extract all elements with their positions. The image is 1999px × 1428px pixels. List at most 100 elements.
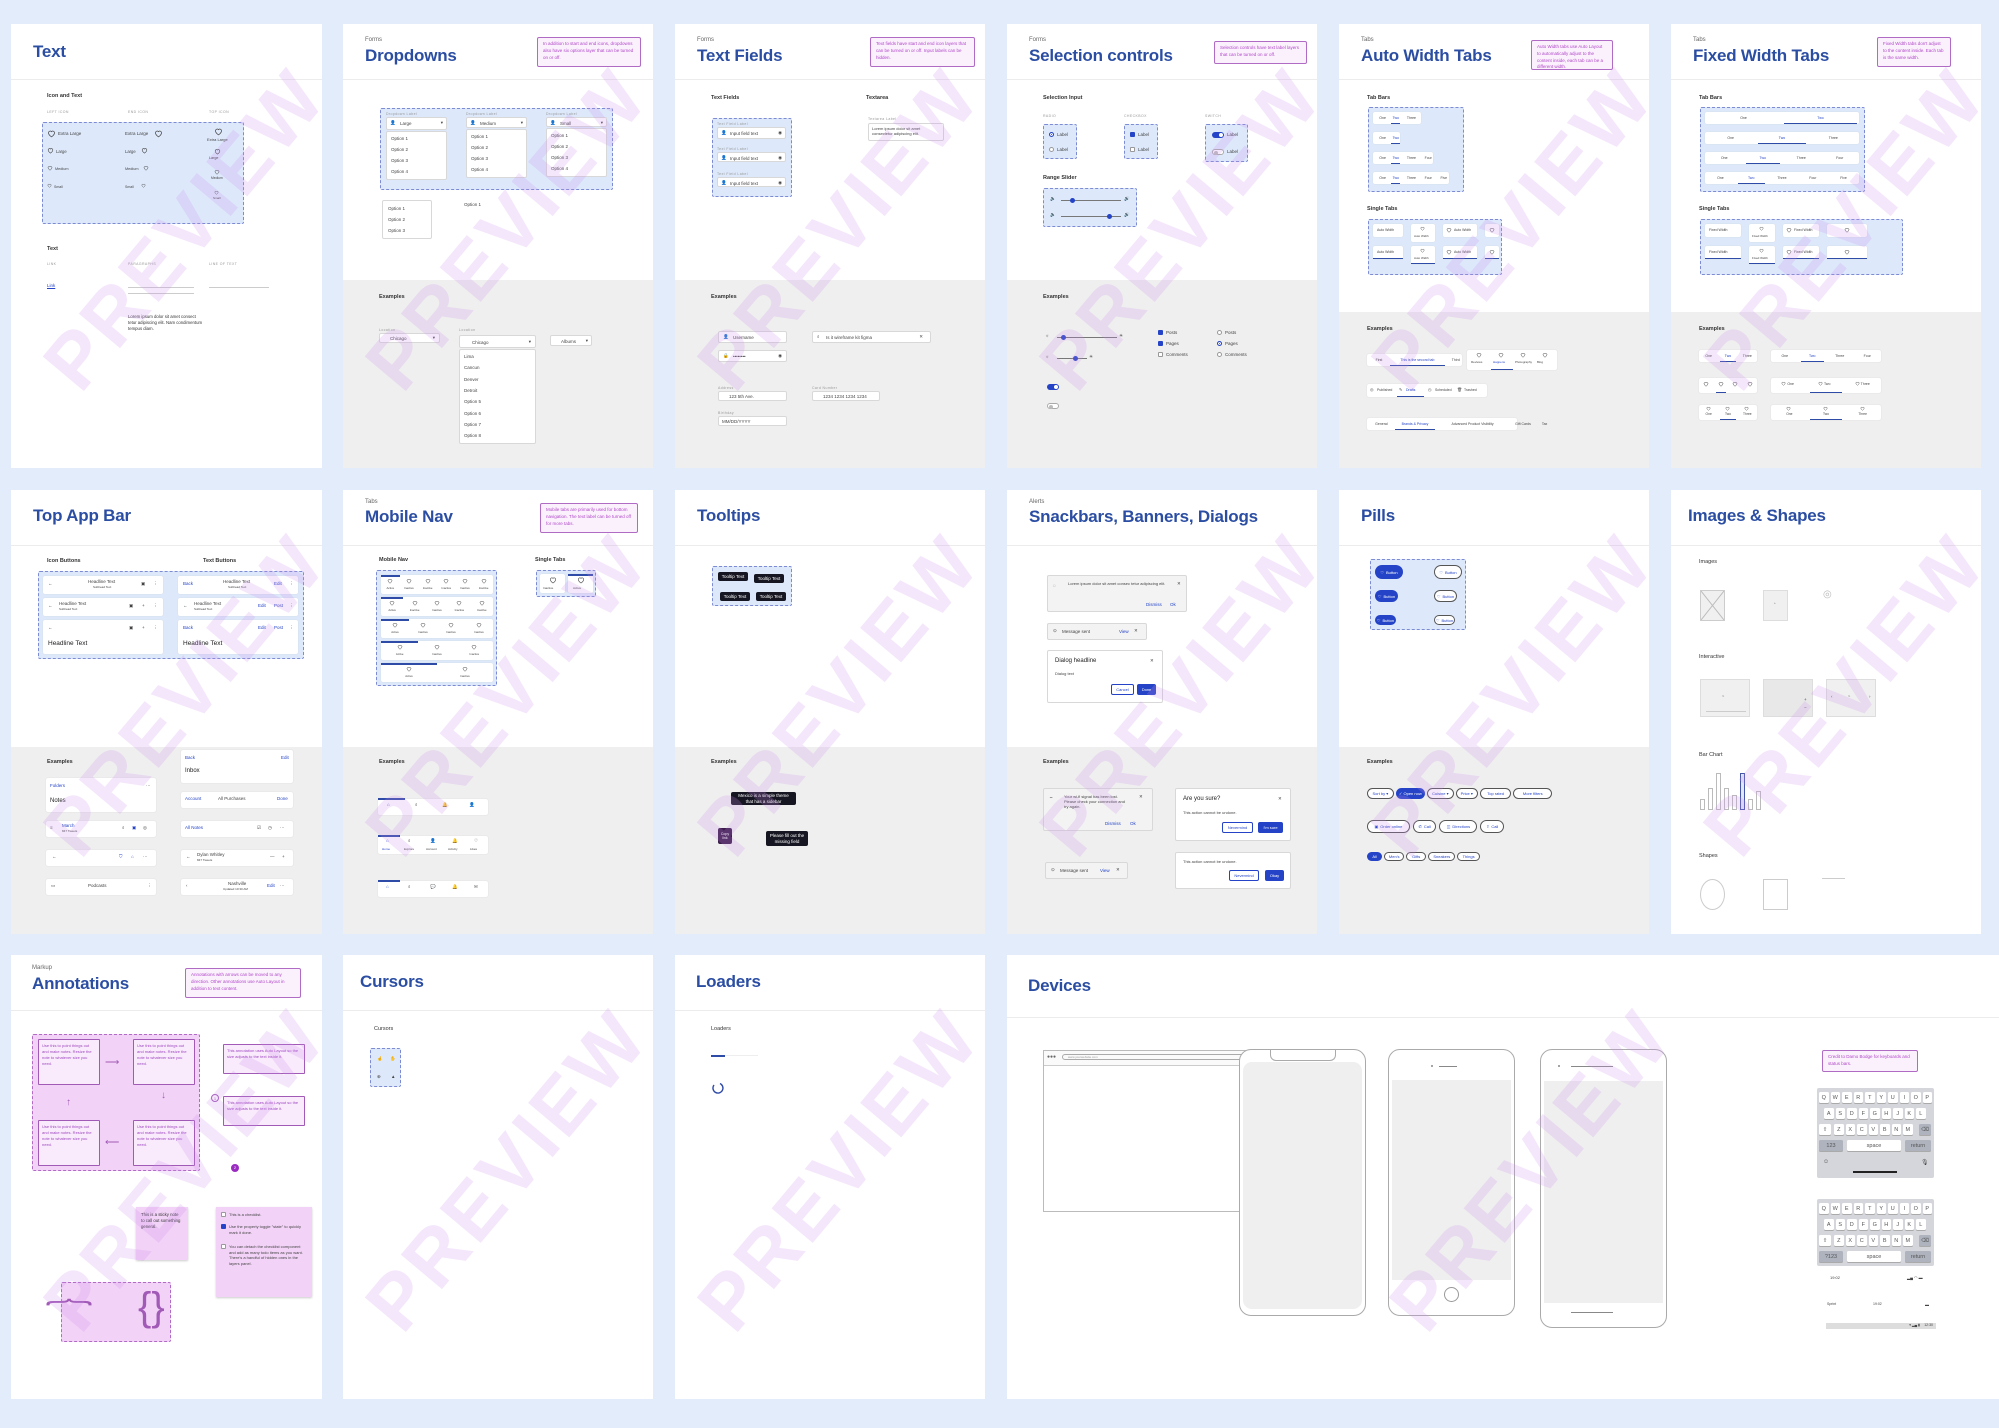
tab[interactable]: First	[1370, 354, 1388, 366]
tab[interactable]: Three	[1782, 152, 1821, 164]
keyboard-key[interactable]: L	[1916, 1108, 1926, 1119]
tab-active[interactable]: Two	[1744, 152, 1783, 164]
category-pill[interactable]: All	[1367, 852, 1383, 861]
single-tab[interactable]	[1827, 224, 1867, 237]
edit-button[interactable]: Edit	[258, 603, 266, 608]
tab-active[interactable]: Two	[1756, 132, 1807, 144]
view-button[interactable]: View	[1100, 868, 1110, 873]
plus-icon[interactable]: +	[282, 854, 285, 859]
shift-key[interactable]: ⇧	[1819, 1235, 1831, 1246]
tab-active[interactable]: This is the second tab	[1388, 354, 1447, 366]
pill-outlined[interactable]: ♡ Button	[1434, 590, 1457, 602]
single-tab[interactable]: Fixed Width	[1783, 224, 1819, 237]
menu-option[interactable]: Option 1	[471, 134, 488, 139]
tab[interactable]: Three	[1767, 172, 1798, 184]
pill-filled[interactable]: ♡ Button	[1375, 590, 1398, 602]
zoom-in-icon[interactable]: +	[1804, 697, 1807, 702]
single-tab-active[interactable]: Fixed Width	[1749, 246, 1775, 264]
tab-active[interactable]	[1714, 378, 1729, 393]
numbers-key[interactable]: ?123	[1819, 1251, 1843, 1262]
menu-option[interactable]: Option 3	[388, 228, 405, 233]
more-vertical-icon[interactable]: ⋮	[289, 581, 294, 587]
more-icon[interactable]: ⋯	[280, 825, 285, 831]
action-pill[interactable]: ✆ Call	[1412, 820, 1437, 833]
tab[interactable]: Four	[1854, 350, 1882, 362]
menu-option[interactable]: Option 1	[391, 136, 408, 141]
chat-icon[interactable]: 💬	[430, 884, 436, 890]
password-field[interactable]: 🔒 •••••••• ◉	[718, 350, 787, 362]
tab-active[interactable]: Two	[1718, 350, 1737, 362]
radio-off[interactable]	[1049, 147, 1054, 152]
checkbox[interactable]	[1158, 341, 1163, 346]
checklist-checkbox[interactable]	[221, 1212, 226, 1217]
chevron-left-icon[interactable]: ‹	[186, 883, 188, 888]
keyboard-key[interactable]: C	[1857, 1124, 1867, 1135]
tab[interactable]: Tax	[1538, 418, 1551, 430]
dropdown-field[interactable]: 👤 Large ▾	[386, 117, 447, 130]
action-pill[interactable]: ◫ Directions	[1439, 820, 1478, 833]
eye-icon[interactable]: ◉	[778, 180, 782, 186]
close-icon[interactable]: ✕	[1139, 794, 1143, 800]
avatar[interactable]: ◎	[143, 825, 147, 831]
ok-button[interactable]: Ok	[1130, 821, 1136, 826]
keyboard-key[interactable]: R	[1853, 1203, 1863, 1214]
keyboard-key[interactable]: U	[1888, 1203, 1898, 1214]
clock-icon[interactable]: ◷	[268, 825, 272, 831]
category-pill[interactable]: Sneakers	[1428, 852, 1456, 861]
tab[interactable]: One	[1771, 378, 1808, 393]
edit-button[interactable]: Edit	[258, 625, 266, 630]
menu-option[interactable]: Option 3	[551, 155, 568, 160]
done-button[interactable]: Done	[1137, 684, 1156, 695]
pill-outlined[interactable]: ♡ Button	[1434, 565, 1462, 579]
keyboard-key[interactable]: T	[1865, 1092, 1875, 1103]
text-field[interactable]: 👤 Input field text ◉	[717, 127, 786, 139]
back-arrow-icon[interactable]: ←	[186, 854, 191, 859]
brightness-slider[interactable]	[1057, 356, 1087, 361]
radio[interactable]	[1217, 341, 1222, 346]
tab[interactable]	[1728, 378, 1743, 393]
keyboard-key[interactable]: Y	[1876, 1092, 1886, 1103]
menu-option[interactable]: Denver	[464, 377, 479, 382]
tab[interactable]: One	[1705, 112, 1782, 124]
tab[interactable]: One	[1705, 152, 1744, 164]
checkbox[interactable]	[1158, 352, 1163, 357]
menu-option[interactable]: Option 1	[464, 202, 481, 207]
slider-handle[interactable]	[1070, 198, 1075, 203]
back-button[interactable]: Folders	[50, 783, 65, 788]
keyboard-key[interactable]: C	[1857, 1235, 1867, 1246]
menu-option[interactable]: Option 4	[551, 166, 568, 171]
tab[interactable]: Three	[1826, 350, 1854, 362]
single-tab[interactable]: Fixed Width	[1749, 224, 1775, 242]
mic-icon[interactable]: 🎙	[1921, 1159, 1929, 1166]
return-key[interactable]: return	[1905, 1140, 1931, 1151]
address-field[interactable]: 123 5th Ave.	[718, 391, 787, 401]
menu-option[interactable]: Option 5	[464, 399, 481, 404]
chevron-left-icon[interactable]: ‹	[1831, 694, 1833, 699]
menu-option[interactable]: Detroit	[464, 388, 477, 393]
video-progress[interactable]	[1706, 711, 1746, 712]
okay-button[interactable]: Okay	[1265, 870, 1284, 881]
checkbox-on[interactable]	[1130, 132, 1135, 137]
search-field[interactable]: ⌕ Is it wireframe kit figma ✕	[812, 331, 931, 343]
back-button[interactable]: Account	[185, 796, 201, 801]
tab[interactable]: Three	[1402, 172, 1420, 184]
more-icon[interactable]: ⋯	[146, 783, 151, 789]
single-tab-active[interactable]: Auto Width	[1411, 246, 1435, 264]
keyboard-key[interactable]: N	[1891, 1235, 1901, 1246]
mail-icon[interactable]: ✉	[474, 884, 478, 890]
tab[interactable]: Three	[1402, 152, 1420, 164]
location-dropdown[interactable]: Chicago ▾	[379, 333, 440, 343]
tab[interactable]: One	[1699, 405, 1718, 420]
username-field[interactable]: 👤 Username	[718, 331, 787, 343]
close-icon[interactable]: ✕	[1177, 581, 1181, 587]
back-button[interactable]: Back	[185, 755, 195, 760]
tab[interactable]: One	[1705, 132, 1756, 144]
radio[interactable]	[1217, 352, 1222, 357]
tab[interactable]: Four	[1797, 172, 1828, 184]
more-vertical-icon[interactable]: ⋮	[289, 625, 294, 631]
tab[interactable]: Five	[1828, 172, 1859, 184]
tab[interactable]: One	[1376, 152, 1389, 164]
search-icon[interactable]: ⌕	[415, 802, 418, 807]
more-icon[interactable]: ⋯	[143, 854, 148, 860]
close-icon[interactable]: ✕	[1134, 628, 1138, 634]
